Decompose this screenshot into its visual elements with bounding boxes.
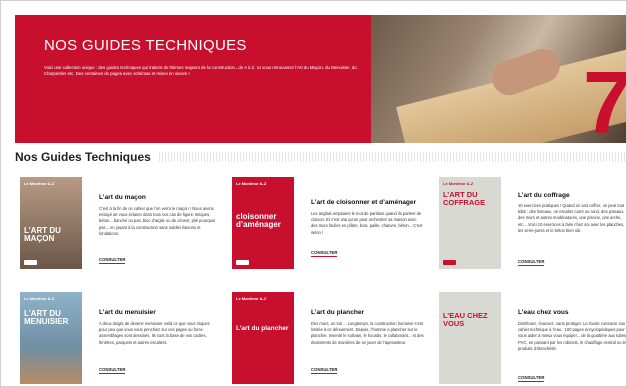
publisher-logo (236, 260, 249, 265)
cover-title: L’art du plancher (236, 325, 289, 332)
consulter-link[interactable]: CONSULTER (311, 367, 338, 374)
guide-title[interactable]: L’art du plancher (311, 309, 364, 316)
guide-title[interactable]: L’art du menuisier (99, 309, 156, 316)
cover-magazine-tag: Le Moniteur A-Z (236, 296, 267, 301)
guide-card-eau: L’EAU CHEZ VOUS L’eau chez vous Distribu… (439, 292, 627, 386)
cover-magazine-tag: Le Moniteur A-Z (236, 181, 267, 186)
hero-text-panel: NOS GUIDES TECHNIQUES Voici une collecti… (15, 15, 371, 143)
consulter-link[interactable]: CONSULTER (518, 259, 545, 266)
cover-magazine-tag: Le Moniteur A-Z (24, 296, 55, 301)
guide-card-cloison: Le Moniteur A-Z cloisonner d’aménager L’… (232, 177, 423, 273)
guide-title[interactable]: L’art de cloisonner et d’aménager (311, 199, 416, 206)
page: NOS GUIDES TECHNIQUES Voici une collecti… (0, 0, 627, 387)
publisher-logo (24, 260, 37, 265)
guide-cover-coffrage[interactable]: Le Moniteur A-Z L’ART DU COFFRAGE (439, 177, 501, 269)
guide-title[interactable]: L’art du maçon (99, 194, 146, 201)
consulter-link[interactable]: CONSULTER (99, 257, 126, 264)
hero-photo: 7 (371, 15, 626, 144)
guide-card-menuisier: Le Moniteur A-Z L’ART DU MENUISIER L’art… (20, 292, 210, 386)
guide-description: Les anglais emploient le mot de partitio… (311, 211, 423, 235)
guide-cover-eau[interactable]: L’EAU CHEZ VOUS (439, 292, 501, 384)
cover-title: cloisonner d’aménager (236, 212, 281, 229)
consulter-link[interactable]: CONSULTER (99, 367, 126, 374)
hero-banner: NOS GUIDES TECHNIQUES Voici une collecti… (15, 15, 626, 144)
guide-cover-menuisier[interactable]: Le Moniteur A-Z L’ART DU MENUISIER (20, 292, 82, 384)
cover-title: L’ART DU COFFRAGE (443, 190, 486, 207)
section-divider (158, 152, 626, 162)
cover-title: L’EAU CHEZ VOUS (443, 311, 488, 328)
guide-description: 10 exercices pratiques ! Quand on sait c… (518, 203, 625, 233)
brand-seven-glyph: 7 (583, 59, 626, 144)
consulter-link[interactable]: CONSULTER (311, 250, 338, 257)
guide-description: Distribuez, évacuez, sans protéger. Le G… (518, 321, 627, 351)
cover-title: L’ART DU MAÇON (24, 226, 61, 243)
guide-title[interactable]: L’eau chez vous (518, 309, 569, 316)
cover-title: L’ART DU MENUISIER (24, 309, 69, 326)
guide-card-coffrage: Le Moniteur A-Z L’ART DU COFFRAGE L’art … (439, 177, 626, 273)
hero-description: Voici une collection unique : des guides… (44, 65, 357, 77)
guide-cover-cloison[interactable]: Le Moniteur A-Z cloisonner d’aménager (232, 177, 294, 269)
guide-cover-macon[interactable]: Le Moniteur A-Z L’ART DU MAÇON (20, 177, 82, 269)
hero-title: NOS GUIDES TECHNIQUES (44, 37, 247, 54)
publisher-logo (443, 260, 456, 265)
consulter-link[interactable]: CONSULTER (518, 375, 545, 382)
guide-cover-plancher[interactable]: Le Moniteur A-Z L’art du plancher (232, 292, 294, 384)
guide-card-plancher: Le Moniteur A-Z L’art du plancher L’art … (232, 292, 424, 386)
section-title: Nos Guides Techniques (15, 150, 159, 164)
cover-magazine-tag: Le Moniteur A-Z (24, 181, 55, 186)
section-header: Nos Guides Techniques (15, 149, 626, 165)
guide-description: C’est à la fin de ce cahier que l’on ver… (99, 206, 216, 236)
guide-description: A deux doigts de devenir menuisier voilà… (99, 321, 210, 345)
guide-description: Des murs, un toit ... Longtemps, la cons… (311, 321, 424, 345)
guide-card-macon: Le Moniteur A-Z L’ART DU MAÇON L’art du … (20, 177, 215, 273)
cover-magazine-tag: Le Moniteur A-Z (443, 181, 474, 186)
guide-title[interactable]: L’art du coffrage (518, 192, 570, 199)
